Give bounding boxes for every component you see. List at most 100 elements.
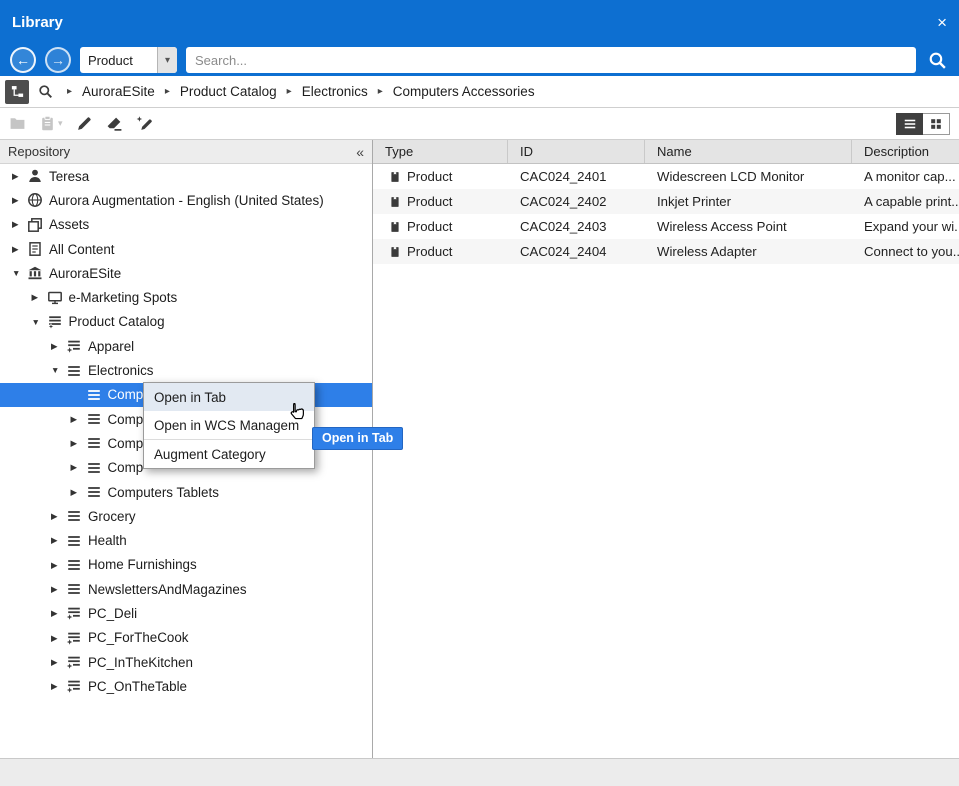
title-bar: Library × [0, 0, 959, 44]
column-header-description[interactable]: Description [852, 140, 959, 163]
search-toggle-button[interactable] [33, 80, 57, 104]
emarketing-icon [47, 290, 63, 306]
category-icon [66, 533, 82, 549]
close-icon[interactable]: × [937, 14, 947, 31]
cell-description: A monitor cap... [852, 169, 959, 184]
new-folder-button [9, 115, 26, 132]
breadcrumb-bar: ▸AuroraESite▸Product Catalog▸Electronics… [0, 76, 959, 108]
tree-item-newslettersandmagazines[interactable]: ▶NewslettersAndMagazines [0, 577, 372, 601]
category-icon [66, 557, 82, 573]
context-menu-item-open-in-tab[interactable]: Open in Tab [144, 383, 314, 411]
table-body: ProductCAC024_2401Widescreen LCD Monitor… [373, 164, 959, 264]
context-menu-item-open-in-wcs-managem[interactable]: Open in WCS Managem [144, 411, 314, 439]
search-button[interactable] [925, 48, 949, 72]
repository-panel-header: Repository « [0, 140, 372, 164]
type-label: Product [407, 169, 452, 184]
tree-item-label: Grocery [88, 509, 136, 524]
collapsed-arrow-icon[interactable]: ▶ [71, 415, 86, 424]
table-row[interactable]: ProductCAC024_2403Wireless Access PointE… [373, 214, 959, 239]
augment-pencil-icon [136, 115, 153, 132]
collapsed-arrow-icon[interactable]: ▶ [51, 536, 66, 545]
context-menu-item-augment-category[interactable]: Augment Category [144, 440, 314, 468]
forward-button[interactable]: → [45, 47, 71, 73]
list-view-icon [903, 117, 917, 131]
breadcrumb-separator-icon: ▸ [165, 86, 170, 97]
table-row[interactable]: ProductCAC024_2404Wireless AdapterConnec… [373, 239, 959, 264]
collapsed-arrow-icon[interactable]: ▶ [51, 585, 66, 594]
tree-item-computers-tablets[interactable]: ▶Computers Tablets [0, 480, 372, 504]
hierarchy-icon [10, 84, 25, 99]
tree-item-label: Comp [108, 436, 144, 451]
breadcrumb-item-auroraesite[interactable]: AuroraESite [82, 84, 155, 99]
tree-item-pc-inthekitchen[interactable]: ▶PC_InTheKitchen [0, 650, 372, 674]
collapsed-arrow-icon[interactable]: ▶ [71, 463, 86, 472]
person-icon [27, 168, 43, 184]
table-header: TypeIDNameDescription [373, 140, 959, 164]
tree-item-health[interactable]: ▶ Health [0, 528, 372, 552]
expanded-arrow-icon[interactable]: ▼ [32, 318, 47, 327]
content-icon [27, 241, 43, 257]
expanded-arrow-icon[interactable]: ▼ [12, 269, 27, 278]
tree-item-electronics[interactable]: ▼Electronics [0, 358, 372, 382]
collapsed-arrow-icon[interactable]: ▶ [51, 342, 66, 351]
collapsed-arrow-icon[interactable]: ▶ [51, 682, 66, 691]
back-button[interactable]: ← [10, 47, 36, 73]
tree-item-label: Comp [108, 460, 144, 475]
tree-toggle-button[interactable] [5, 80, 29, 104]
type-label: Product [407, 244, 452, 259]
collapsed-arrow-icon[interactable]: ▶ [12, 220, 27, 229]
collapse-panel-icon[interactable]: « [356, 144, 364, 160]
search-toolbar: ← → Product ▾ [0, 44, 959, 76]
breadcrumb-item-product-catalog[interactable]: Product Catalog [180, 84, 277, 99]
collapsed-arrow-icon[interactable]: ▶ [51, 609, 66, 618]
collapsed-arrow-icon[interactable]: ▶ [12, 172, 27, 181]
collapsed-arrow-icon[interactable]: ▶ [51, 512, 66, 521]
category-icon [66, 363, 82, 379]
sales-category-icon [66, 630, 82, 646]
table-row[interactable]: ProductCAC024_2402Inkjet PrinterA capabl… [373, 189, 959, 214]
collapsed-arrow-icon[interactable]: ▶ [71, 488, 86, 497]
collapsed-arrow-icon[interactable]: ▶ [12, 245, 27, 254]
tree-item-aurora-augmentation-english-united-states[interactable]: ▶Aurora Augmentation - English (United S… [0, 188, 372, 212]
tree-item-label: Product Catalog [69, 314, 165, 329]
collapsed-arrow-icon[interactable]: ▶ [32, 293, 47, 302]
tree-item-label: e-Marketing Spots [69, 290, 178, 305]
tree-item-label: Comp [108, 412, 144, 427]
column-header-type[interactable]: Type [373, 140, 508, 163]
table-row[interactable]: ProductCAC024_2401Widescreen LCD Monitor… [373, 164, 959, 189]
chevron-down-icon[interactable]: ▾ [157, 47, 177, 73]
collapsed-arrow-icon[interactable]: ▶ [12, 196, 27, 205]
tree-item-product-catalog[interactable]: ▼ Product Catalog [0, 310, 372, 334]
tree-item-teresa[interactable]: ▶Teresa [0, 164, 372, 188]
search-input[interactable] [186, 47, 916, 73]
augment-button[interactable] [136, 115, 153, 132]
tree-item-auroraesite[interactable]: ▼AuroraESite [0, 261, 372, 285]
collapsed-arrow-icon[interactable]: ▶ [71, 439, 86, 448]
expanded-arrow-icon[interactable]: ▼ [51, 366, 66, 375]
tree-item-apparel[interactable]: ▶Apparel [0, 334, 372, 358]
breadcrumb-item-computers-accessories[interactable]: Computers Accessories [393, 84, 535, 99]
tree-item-all-content[interactable]: ▶All Content [0, 237, 372, 261]
tree-item-pc-forthecook[interactable]: ▶PC_ForTheCook [0, 626, 372, 650]
collapsed-arrow-icon[interactable]: ▶ [51, 634, 66, 643]
tree-item-grocery[interactable]: ▶ Grocery [0, 504, 372, 528]
tree-item-pc-deli[interactable]: ▶PC_Deli [0, 601, 372, 625]
collapsed-arrow-icon[interactable]: ▶ [51, 658, 66, 667]
type-label: Product [407, 194, 452, 209]
tree-item-assets[interactable]: ▶Assets [0, 213, 372, 237]
collapsed-arrow-icon[interactable]: ▶ [51, 561, 66, 570]
list-view-button[interactable] [896, 113, 923, 135]
column-header-name[interactable]: Name [645, 140, 852, 163]
breadcrumb-separator-icon: ▸ [67, 86, 72, 97]
tree-item-label: Health [88, 533, 127, 548]
grid-view-button[interactable] [923, 113, 950, 135]
breadcrumb-item-electronics[interactable]: Electronics [302, 84, 368, 99]
tree-item-e-marketing-spots[interactable]: ▶ e-Marketing Spots [0, 285, 372, 309]
edit-button[interactable] [76, 115, 93, 132]
tree-item-pc-onthetable[interactable]: ▶PC_OnTheTable [0, 674, 372, 698]
tree-item-home-furnishings[interactable]: ▶Home Furnishings [0, 553, 372, 577]
column-header-id[interactable]: ID [508, 140, 645, 163]
erase-button[interactable] [106, 115, 123, 132]
category-icon [86, 387, 102, 403]
search-type-dropdown[interactable]: Product ▾ [80, 47, 177, 73]
